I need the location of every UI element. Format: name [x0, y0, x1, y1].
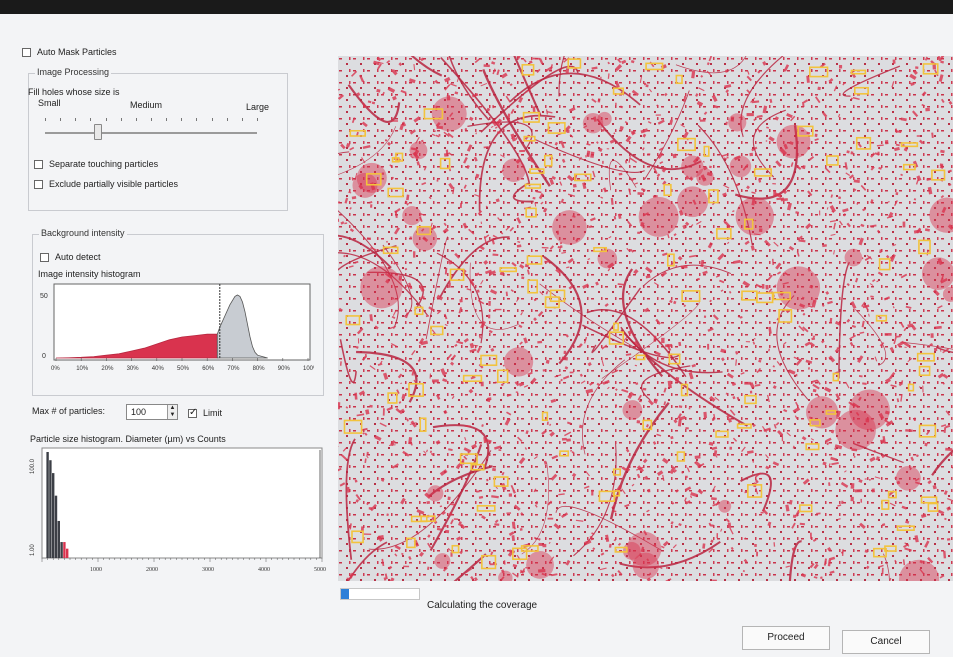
size-y-bottom-label: 1.00 [30, 544, 36, 556]
intensity-x-tick-label: 100% [303, 366, 314, 372]
intensity-x-tick-label: 90% [278, 366, 291, 372]
limit-label: Limit [203, 408, 223, 418]
separate-touching-box[interactable] [34, 160, 43, 170]
intensity-y-max-label: 50 [40, 293, 48, 300]
slider-tick [211, 118, 213, 121]
intensity-x-tick-label: 80% [253, 366, 266, 372]
size-histogram-label: Particle size histogram. Diameter (µm) v… [30, 434, 226, 444]
size-x-tick-label: 1000 [90, 567, 102, 573]
fill-holes-slider[interactable] [45, 132, 257, 134]
size-bar [66, 548, 69, 558]
size-x-tick-label: 5000 [314, 567, 326, 573]
cancel-button[interactable]: Cancel [842, 630, 930, 654]
size-bar [57, 520, 60, 558]
intensity-histogram-chart: 50 0 0% 10% 20% 30% 40% 50% 60% 70% 80% 90% 100% [40, 283, 314, 372]
intensity-x-tick-label: 50% [177, 366, 190, 372]
image-processing-title: Image Processing [35, 67, 112, 77]
size-bar [54, 495, 58, 558]
size-histogram-chart: 100.0 1.00 1000 2000 3000 4000 5000 [30, 447, 326, 573]
slider-tick [120, 118, 122, 121]
auto-mask-checkbox[interactable]: Auto Mask Particles [22, 47, 117, 58]
intensity-x-tick-label: 0% [51, 366, 60, 372]
intensity-x-tick-label: 30% [127, 366, 140, 372]
slider-tick [196, 118, 198, 121]
coverage-progress-fill [341, 589, 349, 599]
particle-overlay [338, 56, 953, 581]
slider-tick [105, 118, 107, 121]
size-bar [52, 473, 55, 558]
size-y-top-label: 100.0 [30, 458, 36, 474]
slider-tick [241, 118, 243, 121]
status-label: Calculating the coverage [427, 600, 538, 611]
coverage-progress-bar [340, 588, 420, 600]
spin-up-icon[interactable]: ▲ [167, 405, 177, 412]
slider-tick [226, 118, 228, 121]
auto-detect-box[interactable] [40, 253, 49, 263]
slider-small-label: Small [38, 98, 61, 108]
exclude-partial-label: Exclude partially visible particles [49, 179, 179, 189]
limit-checkbox[interactable]: Limit [188, 407, 223, 419]
slider-tick [151, 118, 152, 121]
exclude-partial-checkbox[interactable]: Exclude partially visible particles [34, 179, 179, 190]
size-bar [49, 460, 52, 558]
slider-tick [257, 118, 258, 121]
slider-tick [135, 118, 137, 121]
max-particles-label: Max # of particles: [32, 406, 106, 416]
max-particles-input[interactable]: 100 ▲ ▼ [126, 404, 178, 420]
size-bar [60, 542, 63, 558]
intensity-x-tick-label: 70% [227, 366, 240, 372]
max-particles-value: 100 [131, 407, 147, 417]
intensity-x-tick-label: 40% [152, 366, 165, 372]
microscopy-image [338, 56, 953, 581]
size-x-tick-label: 3000 [202, 567, 214, 573]
spin-down-icon[interactable]: ▼ [167, 412, 177, 419]
slider-tick [45, 118, 46, 121]
intensity-histogram-label: Image intensity histogram [38, 269, 141, 279]
slider-tick [90, 118, 92, 121]
fill-holes-slider-thumb[interactable] [94, 124, 102, 140]
size-x-tick-label: 4000 [258, 567, 270, 573]
auto-mask-box[interactable] [22, 48, 31, 58]
slider-medium-label: Medium [130, 100, 163, 110]
intensity-x-tick-label: 10% [76, 366, 89, 372]
auto-mask-label: Auto Mask Particles [37, 47, 117, 57]
exclude-partial-box[interactable] [34, 180, 43, 190]
dialog-window: Auto Mask Particles Image Processing Fil… [0, 14, 953, 657]
auto-detect-checkbox[interactable]: Auto detect [40, 252, 101, 263]
slider-tick [75, 118, 77, 121]
intensity-x-tick-label: 60% [202, 366, 215, 372]
size-plot-area [41, 447, 323, 559]
limit-box[interactable] [188, 407, 197, 419]
slider-tick [60, 118, 62, 121]
size-bar [63, 542, 66, 558]
size-x-tick-label: 2000 [146, 567, 158, 573]
intensity-y-min-label: 0 [42, 353, 46, 360]
proceed-button[interactable]: Proceed [742, 626, 830, 650]
separate-touching-checkbox[interactable]: Separate touching particles [34, 159, 159, 170]
fill-holes-label: Fill holes whose size is [28, 87, 120, 97]
slider-large-label: Large [246, 102, 270, 112]
separate-touching-label: Separate touching particles [49, 159, 159, 169]
intensity-x-tick-label: 20% [101, 366, 114, 372]
background-intensity-title: Background intensity [39, 228, 127, 238]
auto-detect-label: Auto detect [55, 252, 101, 262]
slider-tick [166, 118, 168, 121]
size-bar [46, 452, 49, 558]
slider-tick [181, 118, 183, 121]
